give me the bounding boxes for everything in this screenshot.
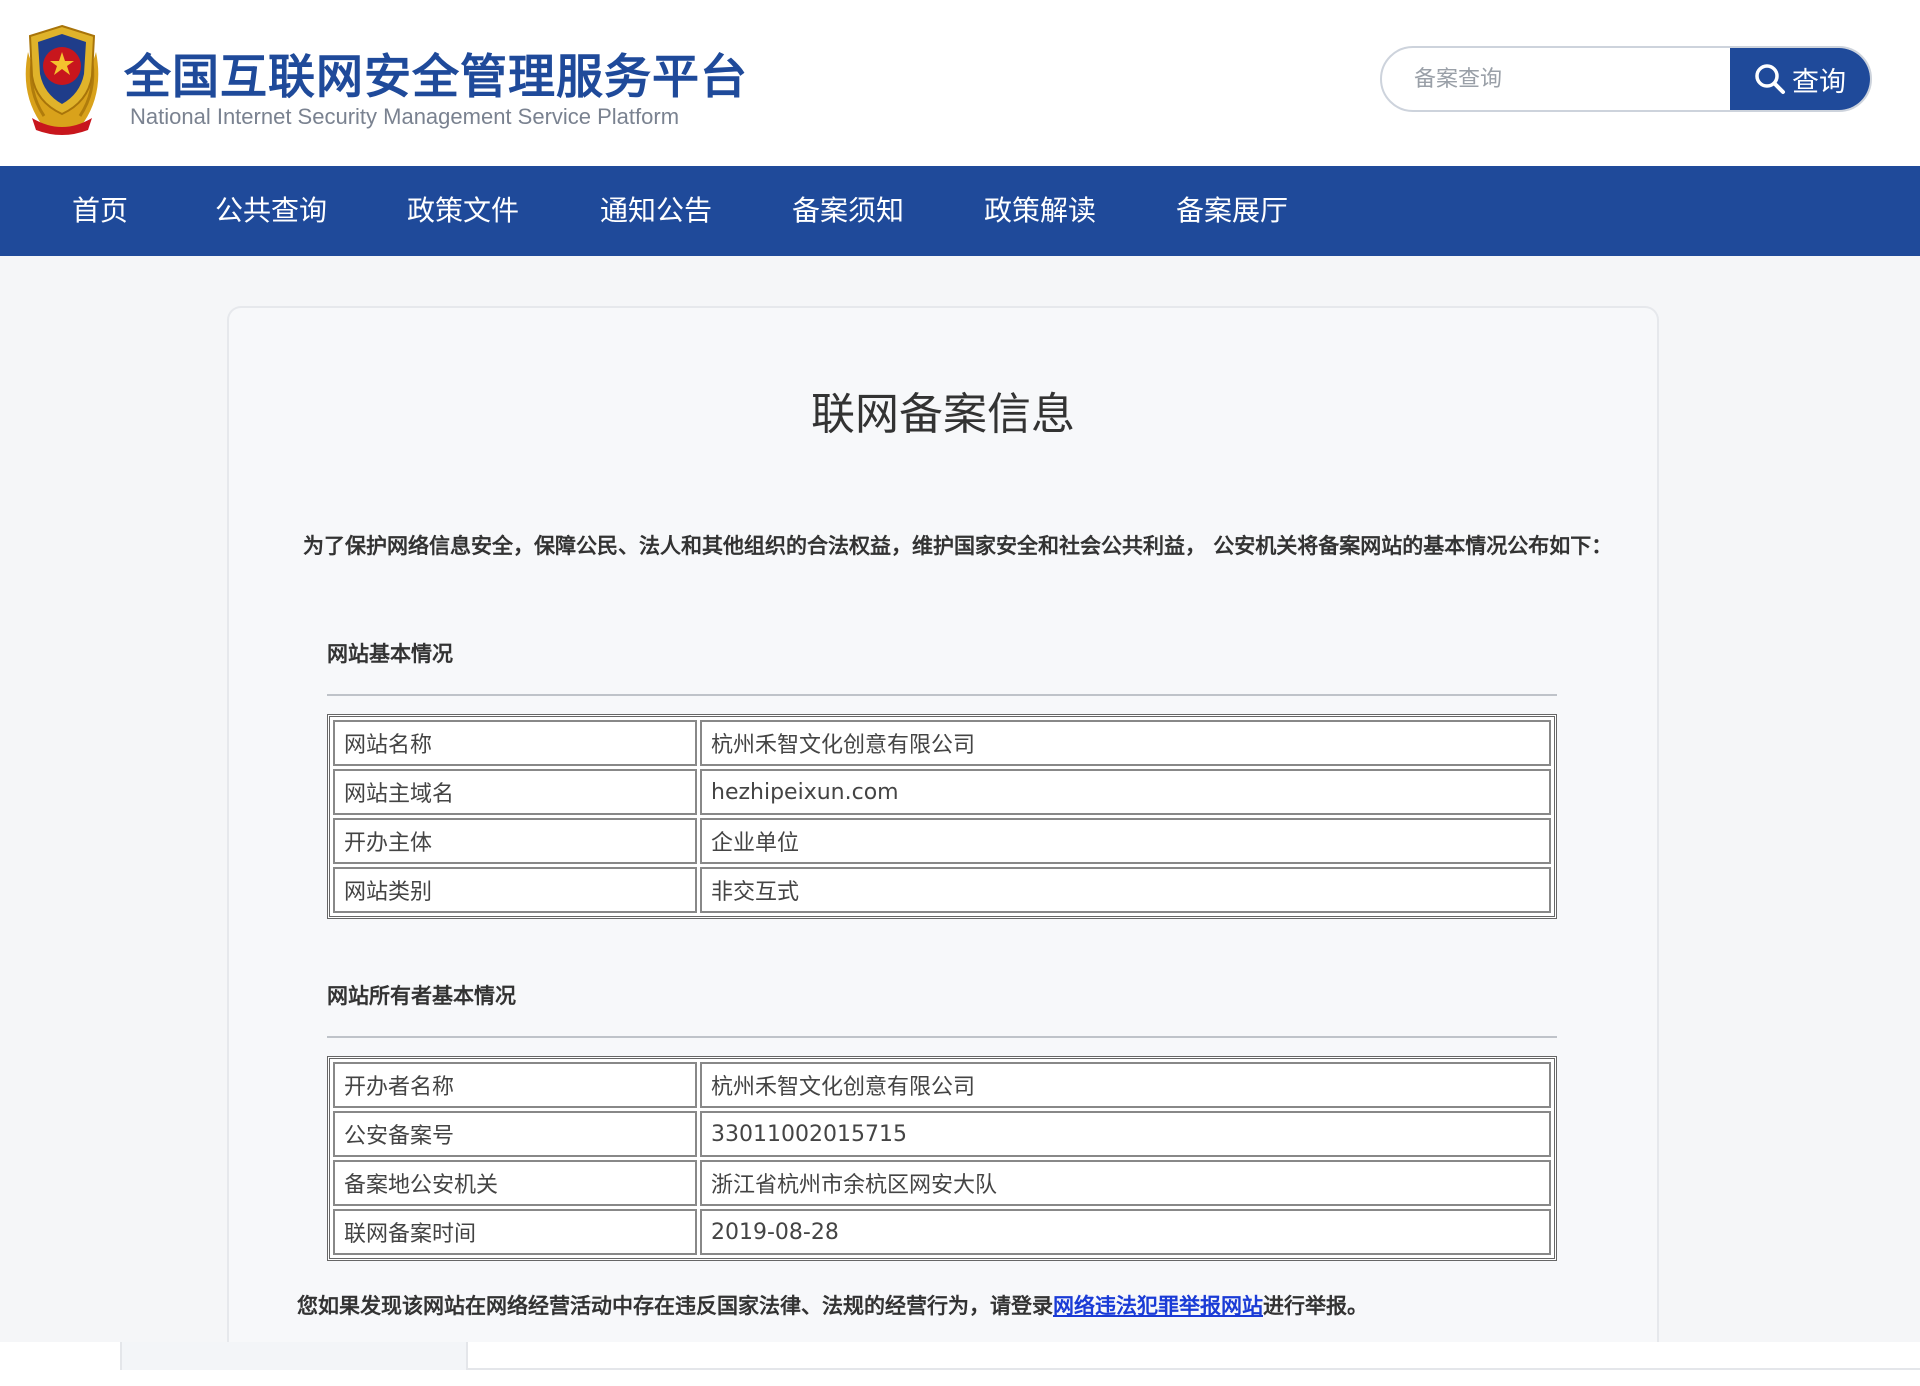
intro-text: 为了保护网络信息安全，保障公民、法人和其他组织的合法权益，维护国家安全和社会公共… bbox=[303, 534, 1613, 558]
table-row: 开办主体 企业单位 bbox=[333, 818, 1551, 864]
report-notice-after: 进行举报。 bbox=[1263, 1294, 1368, 1318]
row-value: 杭州禾智文化创意有限公司 bbox=[700, 1062, 1551, 1108]
row-value: 杭州禾智文化创意有限公司 bbox=[700, 720, 1551, 766]
row-value: 企业单位 bbox=[700, 818, 1551, 864]
page-title: 联网备案信息 bbox=[811, 389, 1075, 440]
table-row: 开办者名称 杭州禾智文化创意有限公司 bbox=[333, 1062, 1551, 1108]
table-row: 网站主域名 hezhipeixun.com bbox=[333, 769, 1551, 815]
report-notice-before: 您如果发现该网站在网络经营活动中存在违反国家法律、法规的经营行为，请登录 bbox=[297, 1294, 1053, 1318]
section-divider bbox=[327, 1036, 1557, 1038]
filing-info-card: 联网备案信息 为了保护网络信息安全，保障公民、法人和其他组织的合法权益，维护国家… bbox=[227, 306, 1659, 1342]
nav-item-policy-interpretation[interactable]: 政策解读 bbox=[984, 166, 1096, 256]
table-row: 备案地公安机关 浙江省杭州市余杭区网安大队 bbox=[333, 1160, 1551, 1206]
row-value: 2019-08-28 bbox=[700, 1209, 1551, 1255]
row-label: 开办主体 bbox=[333, 818, 697, 864]
row-label: 网站名称 bbox=[333, 720, 697, 766]
row-value: hezhipeixun.com bbox=[700, 769, 1551, 815]
national-police-emblem-icon[interactable] bbox=[18, 22, 106, 136]
row-label: 公安备案号 bbox=[333, 1111, 697, 1157]
site-title: 全国互联网安全管理服务平台 bbox=[124, 50, 748, 105]
nav-item-policy-docs[interactable]: 政策文件 bbox=[407, 166, 519, 256]
site-section-heading: 网站基本情况 bbox=[327, 642, 453, 666]
table-row: 网站名称 杭州禾智文化创意有限公司 bbox=[333, 720, 1551, 766]
owner-section-heading: 网站所有者基本情况 bbox=[327, 984, 516, 1008]
table-row: 公安备案号 33011002015715 bbox=[333, 1111, 1551, 1157]
nav-item-notices[interactable]: 通知公告 bbox=[600, 166, 712, 256]
row-label: 网站主域名 bbox=[333, 769, 697, 815]
report-site-link[interactable]: 网络违法犯罪举报网站 bbox=[1053, 1294, 1263, 1318]
row-label: 网站类别 bbox=[333, 867, 697, 913]
search-icon bbox=[1755, 64, 1785, 94]
site-info-table: 网站名称 杭州禾智文化创意有限公司 网站主域名 hezhipeixun.com … bbox=[327, 714, 1557, 919]
row-value: 33011002015715 bbox=[700, 1111, 1551, 1157]
row-label: 开办者名称 bbox=[333, 1062, 697, 1108]
row-label: 备案地公安机关 bbox=[333, 1160, 697, 1206]
bottom-tab bbox=[120, 1342, 468, 1370]
row-value: 浙江省杭州市余杭区网安大队 bbox=[700, 1160, 1551, 1206]
site-subtitle: National Internet Security Management Se… bbox=[130, 104, 680, 129]
nav-item-public-query[interactable]: 公共查询 bbox=[215, 166, 327, 256]
row-value: 非交互式 bbox=[700, 867, 1551, 913]
table-row: 联网备案时间 2019-08-28 bbox=[333, 1209, 1551, 1255]
search-button-label: 查询 bbox=[1792, 66, 1846, 98]
table-row: 网站类别 非交互式 bbox=[333, 867, 1551, 913]
report-notice: 您如果发现该网站在网络经营活动中存在违反国家法律、法规的经营行为，请登录网络违法… bbox=[297, 1290, 1368, 1320]
nav-item-home[interactable]: 首页 bbox=[72, 166, 128, 256]
row-label: 联网备案时间 bbox=[333, 1209, 697, 1255]
main-nav: 首页 公共查询 政策文件 通知公告 备案须知 政策解读 备案展厅 bbox=[0, 166, 1920, 256]
nav-item-filing-guide[interactable]: 备案须知 bbox=[792, 166, 904, 256]
site-header: 全国互联网安全管理服务平台 National Internet Security… bbox=[0, 0, 1920, 166]
owner-info-table: 开办者名称 杭州禾智文化创意有限公司 公安备案号 33011002015715 … bbox=[327, 1056, 1557, 1261]
search-box: 查询 bbox=[1380, 46, 1872, 112]
search-input[interactable] bbox=[1382, 48, 1734, 110]
section-divider bbox=[327, 694, 1557, 696]
search-button[interactable]: 查询 bbox=[1730, 48, 1870, 110]
nav-item-filing-hall[interactable]: 备案展厅 bbox=[1176, 166, 1288, 256]
